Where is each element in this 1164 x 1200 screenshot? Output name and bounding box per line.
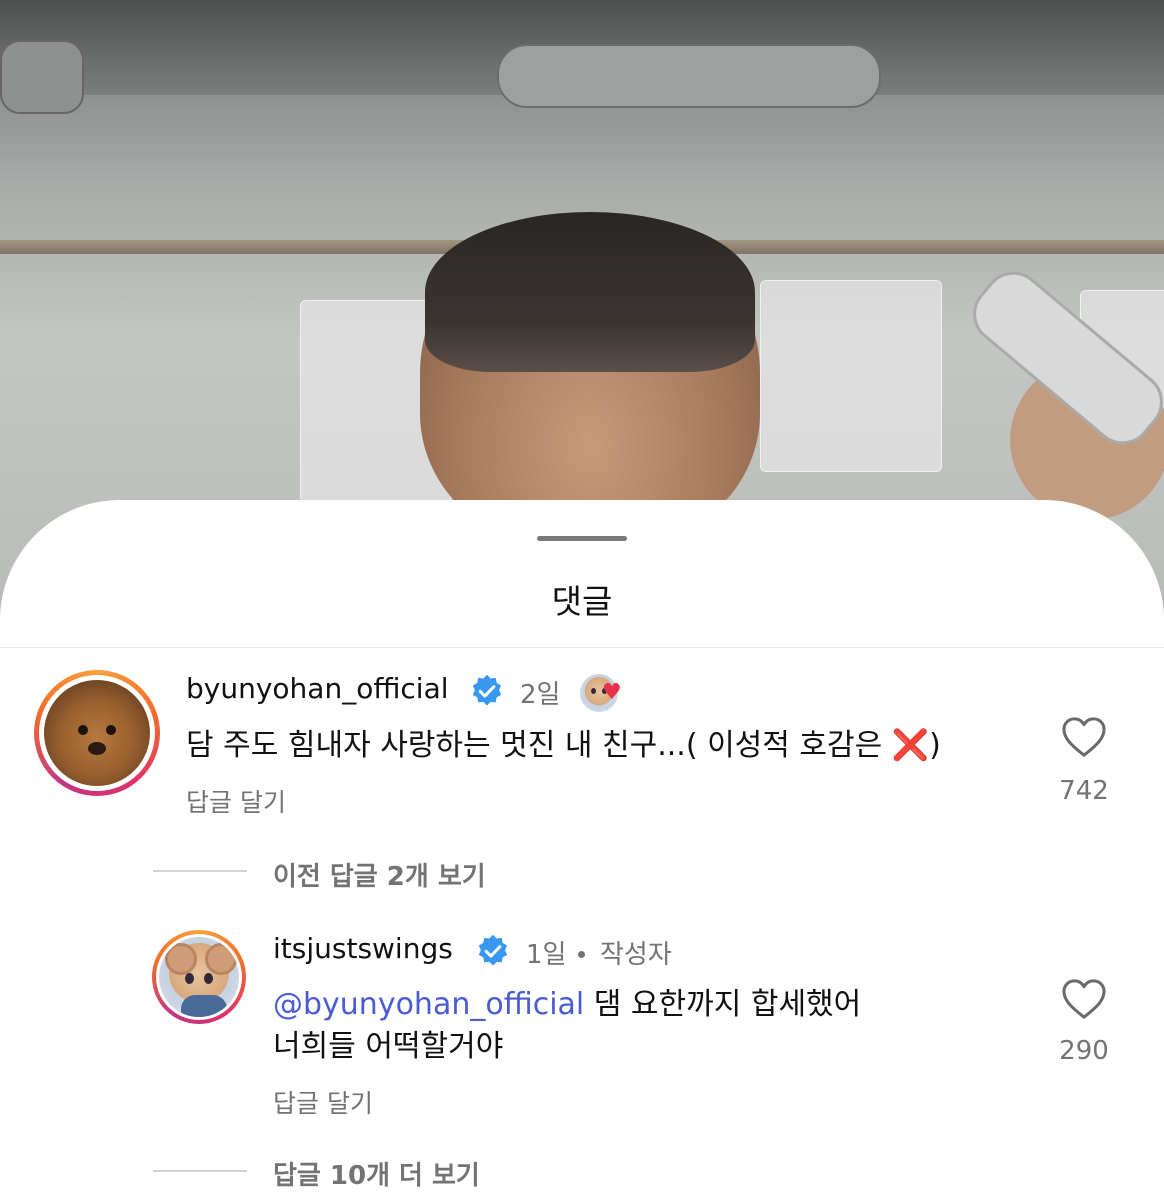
sheet-grabber[interactable]: [537, 536, 627, 541]
person-hair: [425, 212, 755, 372]
divider: [0, 647, 1164, 648]
author-tag: 작성자: [600, 940, 672, 970]
ceiling-light: [497, 44, 881, 108]
sheet-title: 댓글: [551, 582, 613, 621]
comment-text-body: 담 주도 힘내자 사랑하는 멋진 내 친구...( 이성적 호감은: [186, 728, 892, 763]
comment-text: 담 주도 힘내자 사랑하는 멋진 내 친구...( 이성적 호감은 ❌): [186, 725, 941, 767]
comments-sheet: 댓글 byunyohan_official 2일 ♥ 담 주도 힘내자 사랑하는…: [0, 500, 1164, 1200]
comment-text-end: ): [929, 728, 941, 763]
reply-time: 1일: [526, 940, 567, 970]
thread-line: [153, 870, 247, 872]
reply-username[interactable]: itsjustswings: [273, 932, 453, 965]
ceiling-light: [0, 40, 84, 114]
verified-badge-icon: [472, 674, 502, 706]
cross-emoji: ❌: [891, 728, 930, 763]
reply-button[interactable]: 답글 달기: [186, 783, 286, 819]
heart-outline-icon[interactable]: [1061, 978, 1107, 1020]
reply-text: @byunyohan_official 댐 요한까지 합세했어 너희들 어떡할거…: [273, 984, 861, 1068]
view-previous-replies[interactable]: 이전 답글 2개 보기: [273, 856, 486, 893]
view-more-replies[interactable]: 답글 10개 더 보기: [273, 1155, 480, 1192]
mention-link[interactable]: @byunyohan_official: [273, 987, 584, 1022]
avatar[interactable]: [34, 670, 160, 796]
heart-outline-icon[interactable]: [1061, 716, 1107, 758]
comment-time: 2일: [520, 680, 561, 710]
plastic-bag: [760, 280, 942, 472]
comment-username[interactable]: byunyohan_official: [186, 672, 449, 705]
like-count: 742: [1059, 776, 1109, 806]
reply-text-line1: 댐 요한까지 합세했어: [584, 987, 862, 1022]
verified-badge-icon: [478, 934, 508, 966]
thread-line: [153, 1170, 247, 1172]
hamster-avatar-image: [159, 937, 239, 1017]
creator-heart-icon: ♥: [602, 680, 622, 705]
avatar[interactable]: [152, 930, 246, 1024]
dog-avatar-image: [44, 680, 150, 786]
reply-text-line2: 너희들 어떡할거야: [273, 1029, 504, 1064]
reply-button[interactable]: 답글 달기: [273, 1084, 373, 1120]
separator-dot: [578, 951, 585, 958]
like-count: 290: [1059, 1036, 1109, 1066]
